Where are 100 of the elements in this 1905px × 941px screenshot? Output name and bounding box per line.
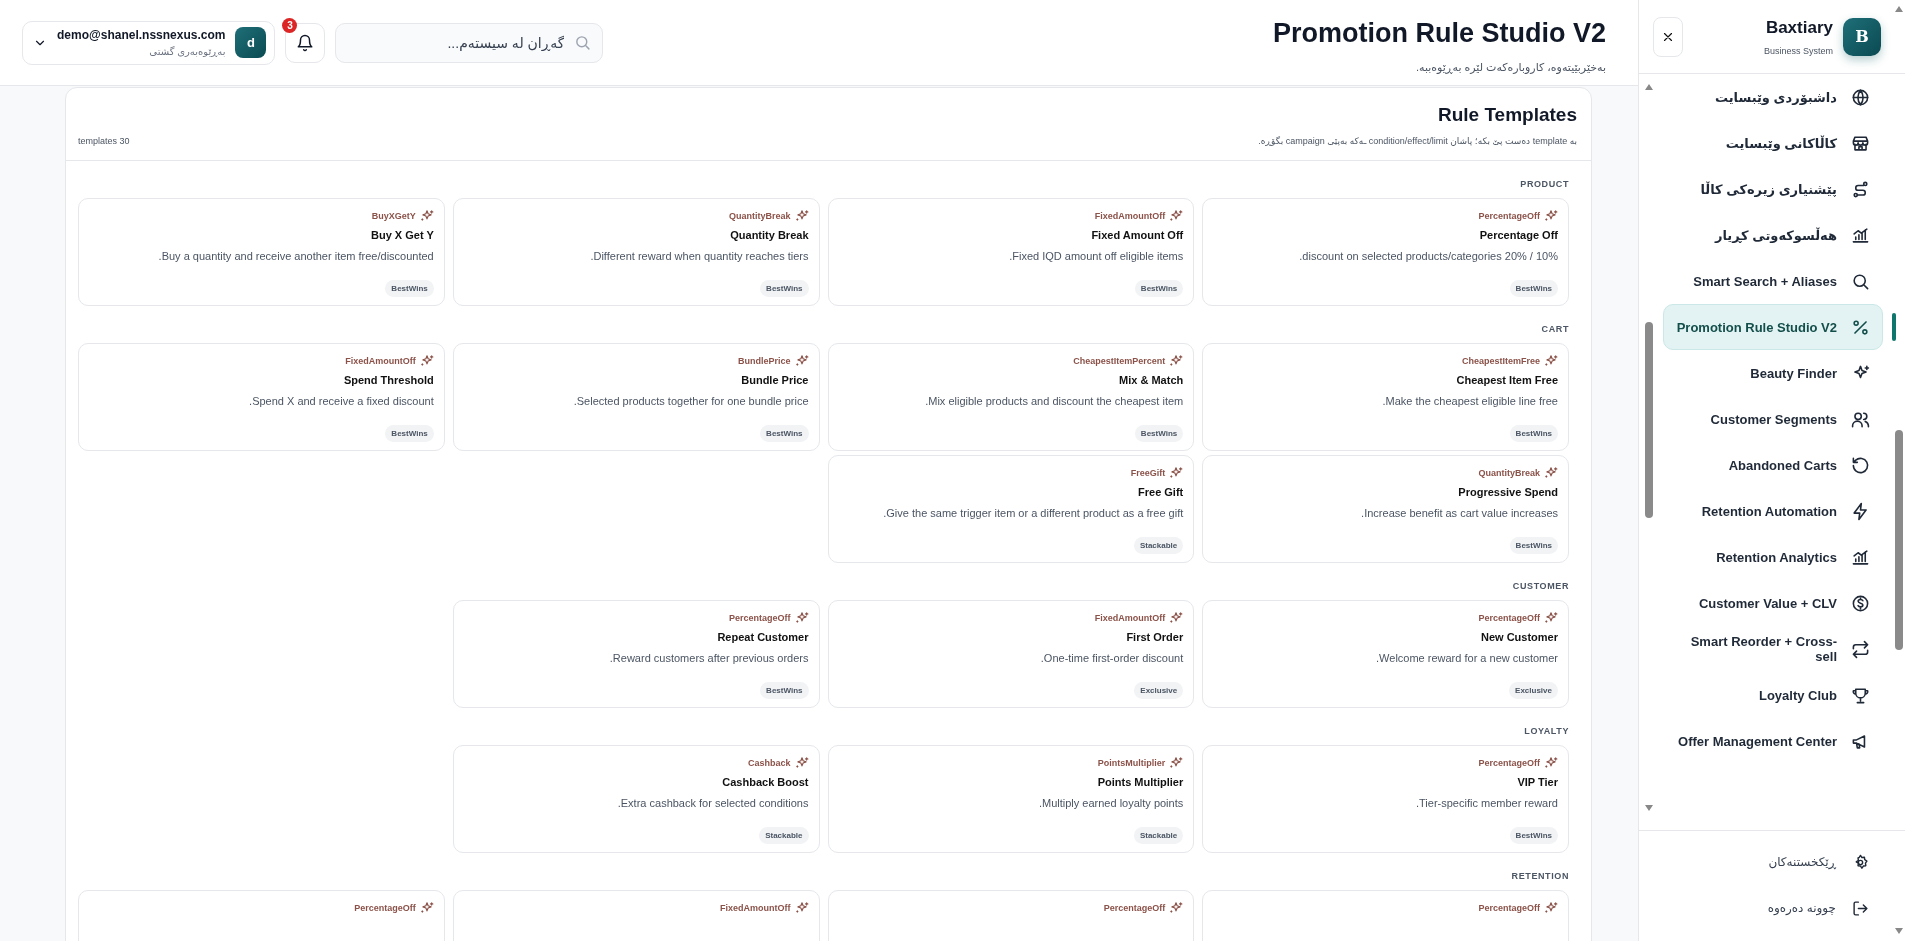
- brand-logo: B: [1843, 17, 1881, 56]
- template-type: FixedAmountOff: [720, 903, 791, 913]
- sparkles-icon: [419, 901, 434, 915]
- template-card[interactable]: PointsMultiplier Points Multiplier Multiply earned loyalty points. Stackable: [827, 745, 1195, 853]
- template-card[interactable]: PercentageOff: [78, 890, 445, 941]
- template-type: PercentageOff: [1478, 758, 1540, 768]
- sparkles-icon: [1169, 756, 1184, 770]
- template-type: QuantityBreak: [1478, 468, 1540, 478]
- template-title: Buy X Get Y: [371, 229, 434, 241]
- template-title: Repeat Customer: [717, 631, 809, 643]
- template-card[interactable]: FixedAmountOff: [452, 890, 820, 941]
- active-indicator: [1892, 313, 1896, 341]
- strategy-tag: BestWins: [1509, 827, 1558, 844]
- scrollbar-thumb[interactable]: [1645, 322, 1653, 518]
- nav-item[interactable]: Beauty Finder: [1663, 350, 1883, 396]
- bar-chart-icon: [1851, 547, 1870, 567]
- strategy-tag: BestWins: [385, 425, 434, 442]
- template-type: CheapestItemPercent: [1073, 356, 1166, 366]
- template-type: PercentageOff: [1478, 613, 1540, 623]
- repeat-icon: [1851, 639, 1870, 659]
- scroll-arrow-icon[interactable]: [1895, 928, 1903, 934]
- scroll-arrow-icon[interactable]: [1645, 805, 1653, 811]
- template-card[interactable]: PercentageOff: [827, 890, 1195, 941]
- percent-icon: [1851, 317, 1870, 337]
- strategy-tag: Stackable: [759, 827, 809, 844]
- strategy-tag: Exclusive: [1134, 682, 1184, 699]
- sparkles-icon: [1544, 611, 1558, 625]
- nav-item[interactable]: Abandoned Carts: [1663, 442, 1883, 488]
- page-title: Promotion Rule Studio V2: [1273, 17, 1606, 49]
- user-avatar: d: [235, 27, 267, 58]
- sparkles-icon: [1169, 611, 1184, 625]
- template-title: Quantity Break: [730, 229, 809, 241]
- nav-item[interactable]: Offer Management Center: [1663, 718, 1883, 764]
- template-title: Free Gift: [1138, 486, 1184, 498]
- template-description: Multiply earned loyalty points.: [1038, 797, 1184, 809]
- template-card[interactable]: PercentageOff Percentage Off 10% / 20% discount on selected products/categories. BestWins: [1202, 198, 1569, 306]
- strategy-tag: BestWins: [1134, 280, 1184, 297]
- strategy-tag: BestWins: [1509, 280, 1558, 297]
- template-card[interactable]: BuyXGetY Buy X Get Y Buy a quantity and receive another item free/discounted. BestWins: [78, 198, 445, 306]
- sparkles-icon: [794, 611, 809, 625]
- template-card[interactable]: PercentageOff Repeat Customer Reward customers after previous orders. BestWins: [452, 600, 820, 708]
- nav-item[interactable]: داشبۆردی وێبسایت: [1663, 74, 1883, 120]
- template-card[interactable]: QuantityBreak Progressive Spend Increase benefit as cart value increases. BestWins: [1202, 455, 1569, 563]
- scrollbar-thumb[interactable]: [1895, 430, 1903, 650]
- sparkles-icon: [794, 901, 809, 915]
- nav-item[interactable]: هەڵسوکەوتی کڕیار: [1663, 212, 1883, 258]
- nav-item[interactable]: Customer Value + CLV: [1663, 580, 1883, 626]
- search-field[interactable]: گەڕان لە سیستەم...: [335, 22, 604, 63]
- scroll-arrow-icon[interactable]: [1645, 84, 1653, 90]
- nav-item[interactable]: Smart Search + Aliases: [1663, 258, 1883, 304]
- lightning-icon: [1851, 501, 1870, 521]
- nav-item[interactable]: Retention Automation: [1663, 488, 1883, 534]
- nav-item[interactable]: Smart Reorder + Cross-sell: [1663, 626, 1883, 672]
- template-description: Spend X and receive a fixed discount.: [249, 395, 434, 407]
- close-button[interactable]: [1653, 16, 1683, 57]
- template-card[interactable]: FreeGift Free Gift Give the same trigger item or a different product as a free gift. Stackable: [827, 455, 1195, 563]
- template-card[interactable]: FixedAmountOff Fixed Amount Off Fixed IQD amount off eligible items. BestWins: [827, 198, 1195, 306]
- trophy-icon: [1851, 685, 1870, 705]
- nav-item[interactable]: Loyalty Club: [1663, 672, 1883, 718]
- footer-link[interactable]: ڕێکخستنەکان: [1667, 843, 1881, 881]
- nav-item[interactable]: پێشنیاری زیرەکی کاڵا: [1663, 166, 1883, 212]
- template-description: Different reward when quantity reaches tiers.: [590, 250, 809, 262]
- template-card[interactable]: CheapestItemPercent Mix & Match Mix eligible products and discount the cheapest item. BestWins: [827, 343, 1195, 451]
- template-card[interactable]: FixedAmountOff First Order One-time first-order discount. Exclusive: [827, 600, 1195, 708]
- template-count: 30 templates: [78, 136, 130, 146]
- template-description: 10% / 20% discount on selected products/categories.: [1299, 250, 1558, 262]
- scroll-arrow-icon[interactable]: [1895, 6, 1903, 12]
- template-card[interactable]: PercentageOff: [1202, 890, 1569, 941]
- store-icon: [1851, 133, 1870, 153]
- nav-item[interactable]: Retention Analytics: [1663, 534, 1883, 580]
- template-card[interactable]: Cashback Cashback Boost Extra cashback for selected conditions. Stackable: [452, 745, 820, 853]
- template-title: Cheapest Item Free: [1456, 374, 1558, 386]
- section-label: CUSTOMER: [1511, 581, 1569, 591]
- sparkles-icon: [1169, 354, 1184, 368]
- strategy-tag: BestWins: [1509, 537, 1558, 554]
- template-type: FixedAmountOff: [1094, 613, 1166, 623]
- template-description: Selected products together for one bundle price.: [573, 395, 809, 407]
- template-type: FreeGift: [1130, 468, 1166, 478]
- template-description: Buy a quantity and receive another item free/discounted.: [158, 250, 434, 262]
- template-title: Points Multiplier: [1097, 776, 1184, 788]
- template-description: Mix eligible products and discount the cheapest item.: [925, 395, 1184, 407]
- template-card[interactable]: BundlePrice Bundle Price Selected products together for one bundle price. BestWins: [452, 343, 820, 451]
- template-title: New Customer: [1480, 631, 1558, 643]
- template-card[interactable]: PercentageOff New Customer Welcome reward for a new customer. Exclusive: [1202, 600, 1569, 708]
- template-card[interactable]: FixedAmountOff Spend Threshold Spend X and receive a fixed discount. BestWins: [78, 343, 445, 451]
- template-card[interactable]: QuantityBreak Quantity Break Different reward when quantity reaches tiers. BestWins: [452, 198, 820, 306]
- sparkles-icon: [1169, 466, 1184, 480]
- footer-link[interactable]: چوونە دەرەوە: [1667, 889, 1881, 927]
- template-type: FixedAmountOff: [345, 356, 416, 366]
- nav-item[interactable]: کاڵاکانی وێبسایت: [1663, 120, 1883, 166]
- sparkles-icon: [1544, 209, 1558, 223]
- nav-item[interactable]: Customer Segments: [1663, 396, 1883, 442]
- route-icon: [1851, 179, 1870, 199]
- sparkles-icon: [419, 209, 434, 223]
- template-description: Increase benefit as cart value increases.: [1361, 507, 1558, 519]
- search-icon: [1851, 271, 1870, 291]
- template-card[interactable]: CheapestItemFree Cheapest Item Free Make the cheapest eligible line free. BestWins: [1202, 343, 1569, 451]
- template-card[interactable]: PercentageOff VIP Tier Tier-specific member reward. BestWins: [1202, 745, 1569, 853]
- user-email: demo@shanel.nssnexus.com: [57, 28, 226, 42]
- sparkles-icon: [794, 354, 809, 368]
